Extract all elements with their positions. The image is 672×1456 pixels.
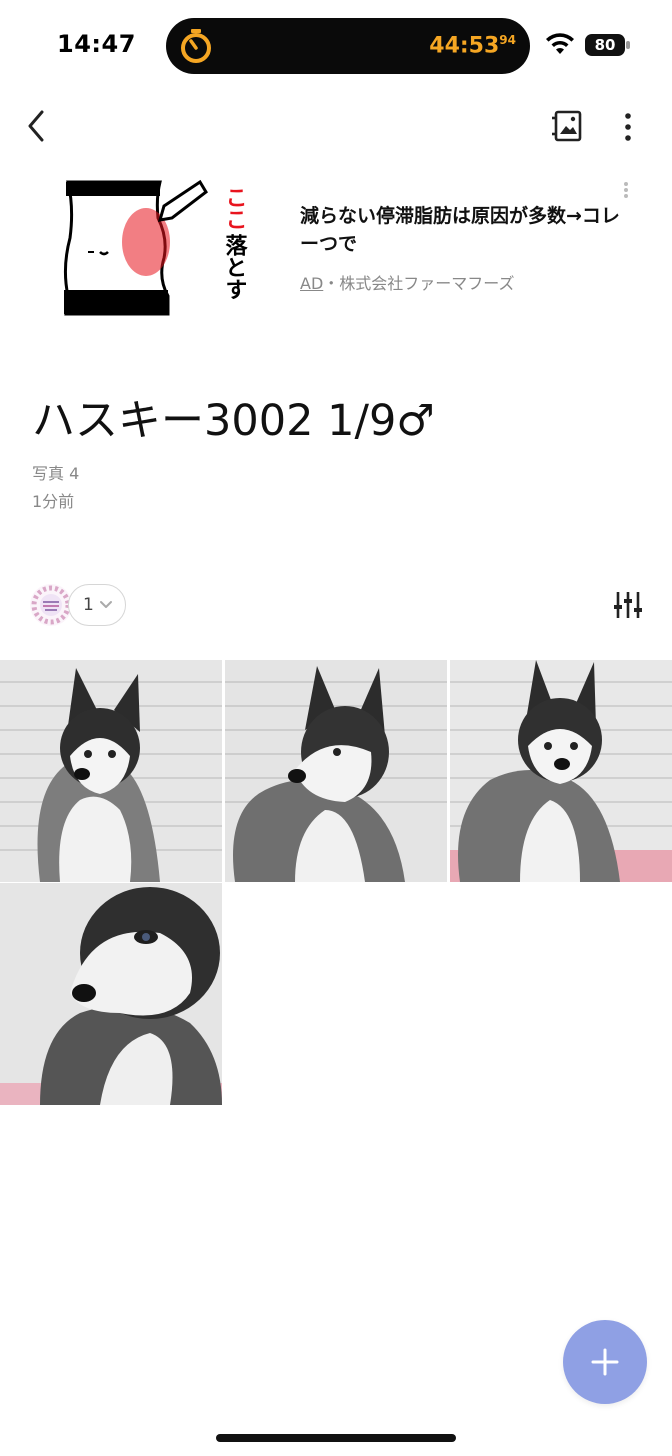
husky-photo-2 bbox=[225, 660, 447, 882]
dynamic-island[interactable]: 44:5394 bbox=[166, 18, 530, 74]
wifi-icon bbox=[546, 33, 574, 54]
ad-advertiser: 株式会社ファーマフーズ bbox=[339, 274, 515, 293]
photo-thumbnail[interactable] bbox=[225, 660, 447, 882]
husky-photo-4 bbox=[0, 883, 222, 1105]
plus-icon bbox=[591, 1348, 619, 1376]
photo-thumbnail[interactable] bbox=[0, 883, 222, 1105]
add-photo-button[interactable] bbox=[563, 1320, 647, 1404]
avatar[interactable] bbox=[30, 584, 72, 626]
timer-fraction: 94 bbox=[499, 33, 516, 47]
timer-readout: 44:5394 bbox=[429, 33, 516, 58]
timer-icon bbox=[181, 29, 211, 63]
ad-image: ここ 落とす bbox=[63, 179, 248, 316]
husky-photo-3 bbox=[450, 660, 672, 882]
battery-percent: 80 bbox=[594, 36, 616, 54]
timer-main: 44:53 bbox=[429, 33, 500, 59]
ad-image-text-red: ここ bbox=[222, 186, 247, 230]
ad-title[interactable]: 減らない停滞脂肪は原因が多数→コレーつで bbox=[300, 202, 620, 258]
ad-label[interactable]: AD bbox=[300, 274, 323, 293]
battery-nub bbox=[626, 41, 630, 49]
sliders-icon[interactable] bbox=[612, 590, 644, 620]
home-indicator[interactable] bbox=[216, 1434, 456, 1442]
chevron-down-icon bbox=[100, 601, 112, 608]
ad-meta: AD・株式会社ファーマフーズ bbox=[300, 270, 514, 294]
member-count: 1 bbox=[83, 595, 94, 615]
more-vertical-icon[interactable] bbox=[616, 110, 640, 144]
photo-thumbnail[interactable] bbox=[0, 660, 222, 882]
member-count-dropdown[interactable]: 1 bbox=[68, 584, 126, 626]
battery-indicator: 80 bbox=[585, 34, 631, 56]
photo-thumbnail[interactable] bbox=[450, 660, 672, 882]
ad-banner[interactable]: ここ 落とす 減らない停滞脂肪は原因が多数→コレーつで AD・株式会社ファーマフ… bbox=[0, 168, 672, 328]
album-photo-count: 写真 4 bbox=[32, 464, 80, 483]
husky-photo-1 bbox=[0, 660, 222, 882]
ad-image-text-black: 落とす bbox=[222, 234, 248, 300]
chevron-left-icon[interactable] bbox=[22, 108, 52, 144]
status-bar: 14:47 44:5394 80 bbox=[0, 0, 672, 92]
status-time: 14:47 bbox=[57, 30, 136, 58]
avatar-image bbox=[30, 584, 72, 626]
album-title: ハスキー3002 1/9♂ bbox=[32, 396, 435, 446]
ad-more-icon[interactable] bbox=[618, 180, 634, 204]
gallery-icon[interactable] bbox=[550, 108, 584, 144]
ad-separator: ・ bbox=[323, 274, 340, 293]
album-updated-time: 1分前 bbox=[32, 492, 75, 511]
